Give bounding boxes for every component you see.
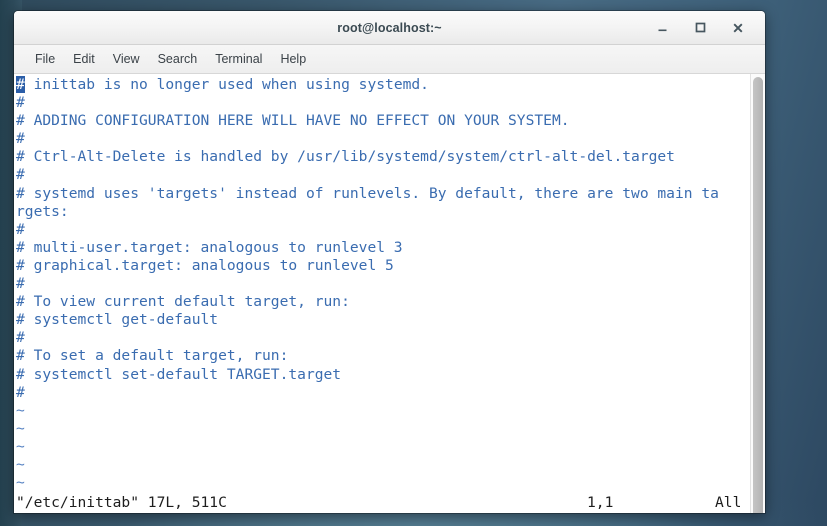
status-scroll-percent: All [715,494,742,511]
terminal-line: # [16,329,25,347]
menu-item-terminal[interactable]: Terminal [206,49,271,69]
menu-item-view[interactable]: View [104,49,149,69]
menu-item-file[interactable]: File [26,49,64,69]
vim-empty-line-marker: ~ [16,437,25,455]
terminal-line: # [16,130,25,148]
terminal-line: # systemctl get-default [16,311,219,329]
scrollbar-thumb[interactable] [753,77,763,513]
status-cursor-position: 1,1 [587,494,614,511]
terminal-line: # [16,275,25,293]
terminal-line: rgets: [16,202,69,220]
terminal-line: # ADDING CONFIGURATION HERE WILL HAVE NO… [16,112,570,130]
vim-empty-line-marker: ~ [16,419,25,437]
window-titlebar[interactable]: root@localhost:~ [14,11,765,45]
close-button[interactable] [719,11,757,44]
minimize-button[interactable] [643,11,681,44]
terminal-line: # [16,220,25,238]
vim-empty-line-marker: ~ [16,455,25,473]
menu-item-search[interactable]: Search [149,49,207,69]
vim-block-cursor: # [16,76,25,93]
window-title: root@localhost:~ [337,20,442,35]
status-filename: "/etc/inittab" 17L, 511C [16,494,227,511]
terminal-line: # [16,166,25,184]
terminal-line: # inittab is no longer used when using s… [15,76,750,94]
menu-item-edit[interactable]: Edit [64,49,104,69]
menu-item-help[interactable]: Help [271,49,315,69]
terminal-window: root@localhost:~ File Edit View Search T… [14,11,765,513]
window-controls [643,11,757,44]
terminal-line: # [16,383,25,401]
terminal-line: # systemd uses 'targets' instead of runl… [16,184,719,202]
terminal-line: # To view current default target, run: [16,293,350,311]
desktop: root@localhost:~ File Edit View Search T… [0,0,827,526]
terminal-line: # Ctrl-Alt-Delete is handled by /usr/lib… [16,148,675,166]
terminal-line-text: inittab is no longer used when using sys… [24,76,429,93]
terminal-screen[interactable]: # inittab is no longer used when using s… [14,74,750,513]
terminal-line: # To set a default target, run: [16,347,289,365]
terminal-scrollbar[interactable] [750,74,765,513]
vim-empty-line-marker: ~ [16,474,25,492]
vim-status-line: "/etc/inittab" 17L, 511C 1,1 All [14,493,750,513]
vim-empty-line-marker: ~ [16,401,25,419]
terminal-line: # graphical.target: analogous to runleve… [16,256,394,274]
terminal-area: # inittab is no longer used when using s… [14,74,765,513]
terminal-line: # multi-user.target: analogous to runlev… [16,238,403,256]
menubar: File Edit View Search Terminal Help [14,45,765,74]
terminal-line: # [16,94,25,112]
terminal-line: # systemctl set-default TARGET.target [16,365,342,383]
maximize-button[interactable] [681,11,719,44]
